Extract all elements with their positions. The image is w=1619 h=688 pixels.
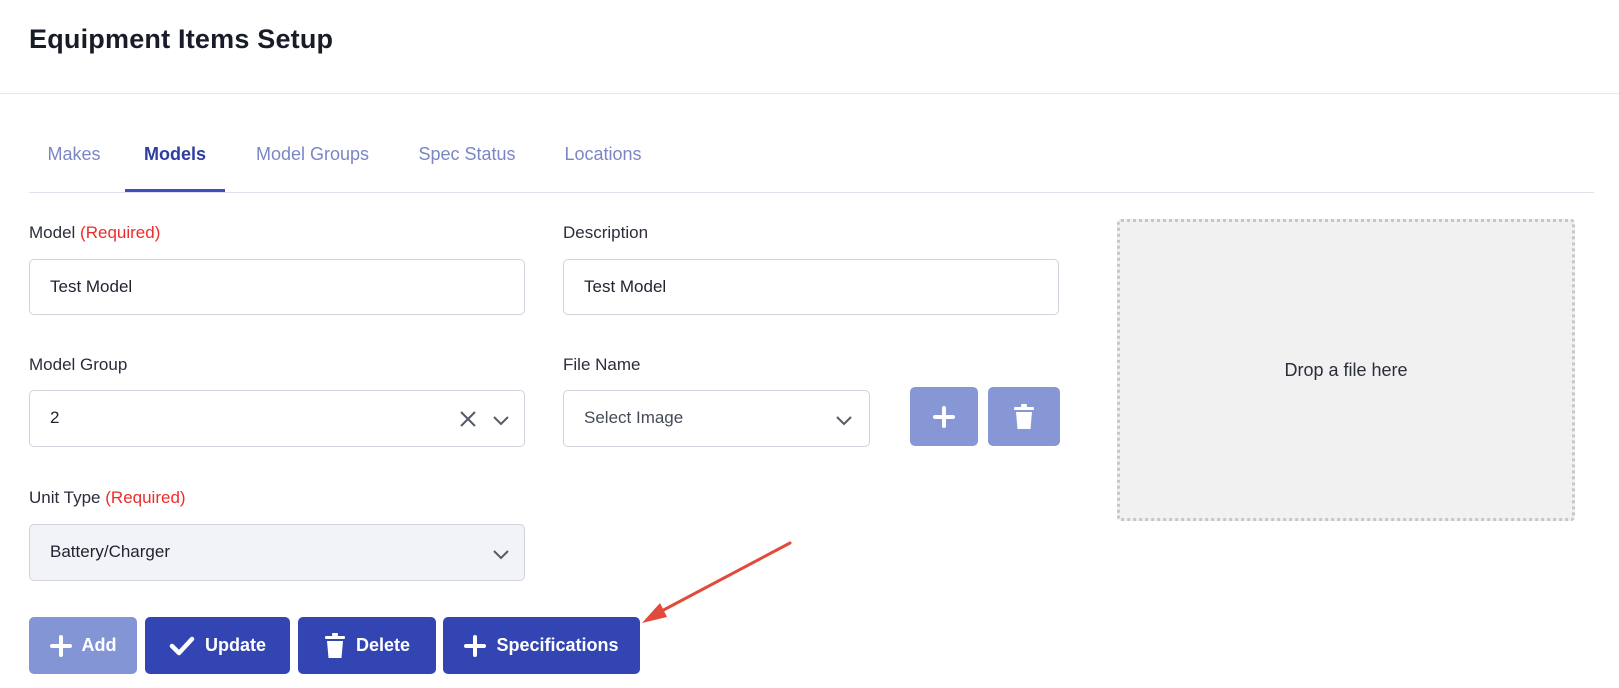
specifications-button-label: Specifications (496, 635, 619, 655)
model-label: Model (Required) (29, 223, 160, 243)
unit-type-required-indicator: (Required) (105, 488, 186, 507)
specifications-button[interactable]: Specifications (443, 617, 640, 674)
description-input[interactable] (563, 259, 1059, 315)
chevron-down-icon (493, 550, 509, 560)
check-icon (169, 636, 195, 655)
model-group-select[interactable]: 2 (29, 390, 525, 447)
tab-makes[interactable]: Makes (46, 144, 102, 192)
page-header: Equipment Items Setup (0, 0, 1619, 94)
tab-spec-status[interactable]: Spec Status (414, 144, 520, 192)
clear-icon[interactable] (458, 409, 478, 429)
delete-image-button[interactable] (988, 387, 1060, 446)
unit-type-label: Unit Type (Required) (29, 488, 186, 508)
tab-bar: Makes Models Model Groups Spec Status Lo… (29, 130, 1594, 193)
model-label-text: Model (29, 223, 76, 242)
unit-type-label-text: Unit Type (29, 488, 101, 507)
chevron-down-icon[interactable] (491, 410, 511, 430)
model-group-label: Model Group (29, 355, 128, 374)
page-title: Equipment Items Setup (29, 24, 334, 54)
file-name-placeholder: Select Image (584, 408, 684, 427)
model-input[interactable] (29, 259, 525, 315)
plus-icon (464, 634, 487, 657)
plus-icon (49, 634, 72, 657)
update-button-label: Update (204, 635, 266, 655)
add-image-button[interactable] (910, 387, 978, 446)
file-name-select[interactable]: Select Image (563, 390, 870, 447)
trash-icon (324, 632, 345, 658)
dropzone-text: Drop a file here (1284, 359, 1408, 380)
chevron-down-icon (836, 416, 852, 426)
file-name-label: File Name (563, 355, 641, 374)
model-required-indicator: (Required) (80, 223, 161, 242)
plus-icon (933, 405, 955, 428)
tab-models[interactable]: Models (125, 144, 225, 192)
tab-model-groups[interactable]: Model Groups (249, 144, 376, 192)
update-button[interactable]: Update (145, 617, 290, 674)
add-button-label: Add (81, 635, 117, 655)
delete-button[interactable]: Delete (298, 617, 436, 674)
model-group-value: 2 (50, 408, 60, 427)
trash-icon (1014, 403, 1034, 429)
unit-type-value: Battery/Charger (50, 542, 170, 561)
tab-locations[interactable]: Locations (558, 144, 648, 192)
description-label: Description (563, 223, 649, 242)
add-button[interactable]: Add (29, 617, 137, 674)
delete-button-label: Delete (355, 635, 411, 655)
file-dropzone[interactable]: Drop a file here (1117, 219, 1575, 521)
unit-type-select[interactable]: Battery/Charger (29, 524, 525, 581)
